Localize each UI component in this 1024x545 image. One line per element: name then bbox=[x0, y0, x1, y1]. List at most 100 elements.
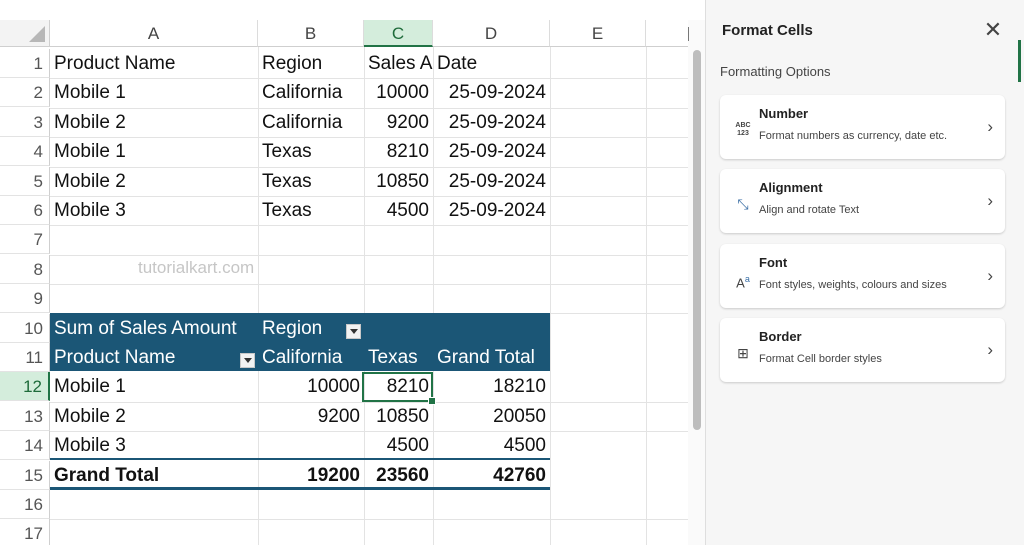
pivot-row-label-cell[interactable]: Mobile 2 bbox=[50, 402, 130, 431]
row-header-13[interactable]: 13 bbox=[0, 402, 50, 431]
alignment-option-card[interactable]: ⤡ Alignment Align and rotate Text › bbox=[720, 169, 1005, 233]
font-icon: Aa bbox=[736, 274, 750, 291]
cell-b6[interactable]: Texas bbox=[258, 196, 316, 225]
chevron-right-icon: › bbox=[987, 117, 993, 136]
row-header-17[interactable]: 17 bbox=[0, 519, 50, 545]
row-header-10[interactable]: 10 bbox=[0, 314, 50, 343]
pivot-grand-total-cell[interactable]: 42760 bbox=[433, 461, 550, 490]
cell-a4[interactable]: Mobile 1 bbox=[50, 137, 130, 166]
row-header-14[interactable]: 14 bbox=[0, 431, 50, 460]
cell-c6[interactable]: 4500 bbox=[364, 196, 433, 225]
row-header-15[interactable]: 15 bbox=[0, 461, 50, 490]
cell-a1[interactable]: Product Name bbox=[50, 49, 179, 78]
row-header-6[interactable]: 6 bbox=[0, 196, 50, 225]
column-header-c[interactable]: C bbox=[364, 20, 433, 47]
pivot-value-cell[interactable] bbox=[258, 431, 364, 460]
select-all-triangle-icon bbox=[29, 26, 45, 42]
pivot-col-grand-total[interactable]: Grand Total bbox=[433, 343, 539, 372]
fill-handle[interactable] bbox=[428, 397, 436, 405]
cell-b2[interactable]: California bbox=[258, 78, 346, 107]
cell-d5[interactable]: 25-09-2024 bbox=[433, 167, 550, 196]
row-header-5[interactable]: 5 bbox=[0, 167, 50, 196]
pivot-column-label[interactable]: Region bbox=[258, 314, 326, 343]
pivot-row-label[interactable]: Product Name bbox=[50, 343, 179, 372]
cell-c5[interactable]: 10850 bbox=[364, 167, 433, 196]
gridline bbox=[50, 284, 688, 285]
column-header-a[interactable]: A bbox=[50, 20, 258, 47]
pivot-col-texas[interactable]: Texas bbox=[364, 343, 422, 372]
cell-c1[interactable]: Sales A bbox=[364, 49, 433, 78]
pivot-value-cell[interactable]: 10000 bbox=[258, 372, 364, 401]
spreadsheet-grid[interactable]: A B C D E 1 2 3 4 5 6 7 8 9 10 11 12 13 … bbox=[0, 0, 705, 545]
select-all-corner[interactable] bbox=[0, 20, 50, 47]
card-title: Alignment bbox=[759, 180, 823, 195]
cell-b5[interactable]: Texas bbox=[258, 167, 316, 196]
watermark-text: tutorialkart.com bbox=[138, 258, 255, 277]
cell-a2[interactable]: Mobile 1 bbox=[50, 78, 130, 107]
pivot-grand-total-cell[interactable]: 19200 bbox=[258, 461, 364, 490]
alignment-icon: ⤡ bbox=[737, 196, 749, 212]
row-header-11[interactable]: 11 bbox=[0, 343, 50, 372]
pivot-value-cell[interactable]: 18210 bbox=[433, 372, 550, 401]
vertical-scrollbar-thumb[interactable] bbox=[693, 50, 701, 430]
close-icon[interactable]: ✕ bbox=[982, 19, 1004, 41]
number-format-icon: ABC 123 bbox=[735, 122, 751, 137]
border-icon: ⊞ bbox=[737, 345, 749, 361]
region-filter-dropdown-icon[interactable] bbox=[346, 324, 361, 339]
pivot-value-cell[interactable]: 4500 bbox=[364, 431, 433, 460]
cell-d4[interactable]: 25-09-2024 bbox=[433, 137, 550, 166]
row-header-1[interactable]: 1 bbox=[0, 49, 50, 78]
chevron-right-icon: › bbox=[987, 266, 993, 285]
pivot-grand-total-label[interactable]: Grand Total bbox=[50, 461, 163, 490]
column-header-e[interactable]: E bbox=[550, 20, 646, 47]
card-title: Number bbox=[759, 106, 809, 121]
gridline bbox=[50, 519, 688, 520]
grand-total-top-border bbox=[50, 458, 550, 460]
cell-d1[interactable]: Date bbox=[433, 49, 481, 78]
active-cell-selection[interactable] bbox=[362, 372, 433, 402]
row-header-7[interactable]: 7 bbox=[0, 225, 50, 254]
cell-b1[interactable]: Region bbox=[258, 49, 326, 78]
pivot-grand-total-cell[interactable]: 23560 bbox=[364, 461, 433, 490]
column-header-d[interactable]: D bbox=[433, 20, 550, 47]
cell-d6[interactable]: 25-09-2024 bbox=[433, 196, 550, 225]
pivot-value-label[interactable]: Sum of Sales Amount bbox=[50, 314, 241, 343]
cell-c3[interactable]: 9200 bbox=[364, 108, 433, 137]
pivot-value-cell[interactable]: 20050 bbox=[433, 402, 550, 431]
border-option-card[interactable]: ⊞ Border Format Cell border styles › bbox=[720, 318, 1005, 382]
row-header-12[interactable]: 12 bbox=[0, 372, 50, 401]
pivot-value-cell[interactable]: 10850 bbox=[364, 402, 433, 431]
row-header-3[interactable]: 3 bbox=[0, 108, 50, 137]
pivot-row-label-cell[interactable]: Mobile 3 bbox=[50, 431, 130, 460]
number-option-card[interactable]: ABC 123 Number Format numbers as currency… bbox=[720, 95, 1005, 159]
cell-d3[interactable]: 25-09-2024 bbox=[433, 108, 550, 137]
cell-a6[interactable]: Mobile 3 bbox=[50, 196, 130, 225]
font-option-card[interactable]: Aa Font Font styles, weights, colours an… bbox=[720, 244, 1005, 308]
column-header-f[interactable] bbox=[646, 20, 688, 47]
pivot-row-label-cell[interactable]: Mobile 1 bbox=[50, 372, 130, 401]
row-header-4[interactable]: 4 bbox=[0, 137, 50, 166]
card-description: Align and rotate Text bbox=[759, 204, 860, 216]
cell-a3[interactable]: Mobile 2 bbox=[50, 108, 130, 137]
cell-d2[interactable]: 25-09-2024 bbox=[433, 78, 550, 107]
row-header-9[interactable]: 9 bbox=[0, 284, 50, 313]
row-header-8[interactable]: 8 bbox=[0, 255, 50, 284]
gridline bbox=[50, 225, 688, 226]
card-description: Format numbers as currency, date etc. bbox=[759, 130, 948, 142]
pivot-col-california[interactable]: California bbox=[258, 343, 346, 372]
pane-divider bbox=[688, 27, 689, 41]
product-filter-dropdown-icon[interactable] bbox=[240, 353, 255, 368]
cell-a5[interactable]: Mobile 2 bbox=[50, 167, 130, 196]
card-description: Font styles, weights, colours and sizes bbox=[759, 279, 947, 291]
pivot-value-cell[interactable]: 9200 bbox=[258, 402, 364, 431]
cell-b4[interactable]: Texas bbox=[258, 137, 316, 166]
row-header-16[interactable]: 16 bbox=[0, 490, 50, 519]
row-header-2[interactable]: 2 bbox=[0, 78, 50, 107]
cell-c2[interactable]: 10000 bbox=[364, 78, 433, 107]
cell-c4[interactable]: 8210 bbox=[364, 137, 433, 166]
cell-b3[interactable]: California bbox=[258, 108, 346, 137]
gridline bbox=[50, 255, 688, 256]
pivot-value-cell[interactable]: 4500 bbox=[433, 431, 550, 460]
column-header-b[interactable]: B bbox=[258, 20, 364, 47]
card-title: Border bbox=[759, 329, 802, 344]
